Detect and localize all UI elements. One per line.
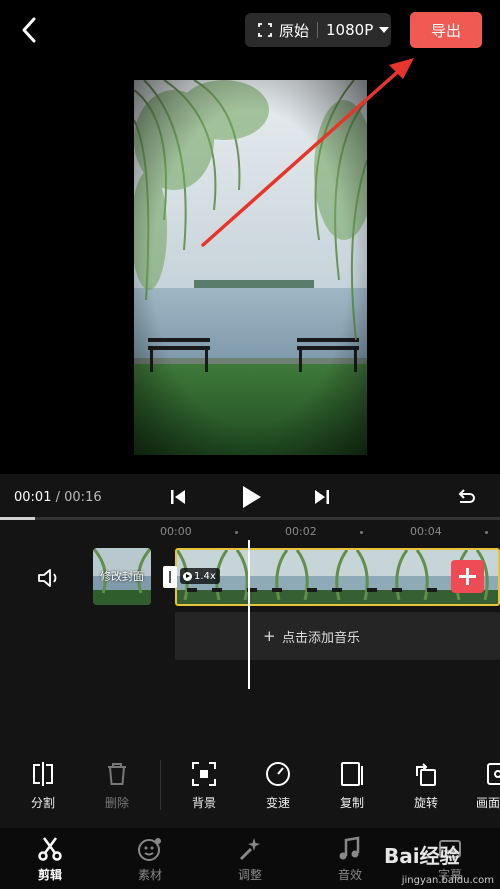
copy-label: 复制: [339, 796, 364, 810]
canvas-label: 画面: [476, 796, 500, 810]
next-frame-button[interactable]: [311, 486, 333, 508]
undo-icon: [458, 489, 475, 503]
total-time: 00:16: [64, 490, 102, 505]
toolbar-divider: [160, 760, 161, 810]
speed-icon: [183, 571, 192, 581]
plus-icon: +: [263, 627, 276, 645]
edit-cover-label: 修改封面: [100, 570, 144, 583]
delete-button[interactable]: 删除: [89, 760, 145, 811]
nav-adjust[interactable]: 调整: [220, 836, 280, 883]
split-icon: [33, 762, 53, 786]
timeline-panel: 00:00 00:02 00:04 修改封面 1.4x + 点击添加音乐: [0, 520, 500, 750]
time-separator: /: [55, 490, 60, 505]
rotate-icon: [416, 763, 436, 786]
split-button[interactable]: 分割: [15, 760, 71, 811]
split-label: 分割: [30, 796, 55, 810]
video-preview-area[interactable]: [0, 62, 500, 474]
player-controls: 00:01 / 00:16: [0, 474, 500, 520]
speed-icon: [266, 762, 290, 786]
clip-trim-handle[interactable]: [163, 566, 177, 588]
original-sound-toggle[interactable]: [36, 567, 62, 589]
aspect-label: 原始: [279, 21, 310, 40]
playhead[interactable]: [248, 540, 250, 689]
previous-frame-button[interactable]: [167, 486, 189, 508]
add-music-label: 点击添加音乐: [282, 631, 361, 646]
ruler-dot: [360, 531, 363, 534]
add-music-track[interactable]: + 点击添加音乐: [175, 612, 500, 660]
scissors-icon: [38, 837, 62, 861]
ruler-time-1: 00:02: [285, 525, 317, 538]
top-bar: 原始 1080P 导出: [0, 0, 500, 62]
caret-down-icon: [379, 27, 390, 33]
nav-adjust-label: 调整: [237, 868, 262, 882]
lake-scene-image: [134, 80, 367, 455]
edit-toolbar: 分割 删除 背景 变速 复制 旋转 画面: [0, 750, 500, 828]
speaker-icon: [38, 569, 57, 587]
aspect-ratio-icon: [258, 23, 272, 37]
edit-cover-button[interactable]: 修改封面: [93, 548, 151, 605]
chevron-left-icon: [22, 17, 36, 43]
play-icon: [243, 486, 261, 508]
music-note-icon: [339, 836, 360, 860]
export-button[interactable]: 导出: [410, 12, 482, 48]
ruler-time-2: 00:04: [410, 525, 442, 538]
nav-edit-label: 剪辑: [37, 868, 62, 882]
pill-divider: [317, 22, 319, 38]
speed-button[interactable]: 变速: [250, 760, 306, 811]
nav-sound-effects[interactable]: 音效: [320, 836, 380, 883]
undo-button[interactable]: [455, 486, 477, 508]
watermark-logo: Bai经验: [384, 844, 460, 868]
speed-value: 1.4x: [194, 570, 216, 582]
nav-materials-label: 素材: [137, 868, 162, 882]
skip-forward-icon: [315, 490, 329, 504]
resolution-selector[interactable]: 原始 1080P: [245, 13, 391, 47]
ruler-time-0: 00:00: [160, 525, 192, 538]
magic-wand-icon: [239, 838, 260, 861]
copy-button[interactable]: 复制: [324, 760, 380, 811]
speed-badge: 1.4x: [180, 568, 220, 584]
ruler-dot: [485, 531, 488, 534]
rotate-label: 旋转: [413, 796, 438, 810]
baidu-watermark: Bai经验 jingyan.baidu.com: [376, 838, 500, 886]
trash-icon: [108, 763, 126, 785]
video-preview-frame: [134, 80, 367, 455]
add-clip-button[interactable]: [451, 560, 484, 593]
current-time: 00:01: [14, 490, 52, 505]
resolution-label: 1080P: [326, 21, 374, 39]
watermark-site: jingyan.baidu.com: [401, 875, 494, 886]
background-button[interactable]: 背景: [176, 760, 232, 811]
nav-materials[interactable]: 素材: [120, 836, 180, 883]
rotate-button[interactable]: 旋转: [398, 760, 454, 811]
canvas-icon: [487, 763, 500, 785]
copy-icon: [341, 762, 363, 786]
ruler-dot: [235, 531, 238, 534]
back-button[interactable]: [14, 14, 46, 46]
speed-label: 变速: [265, 796, 290, 810]
background-icon: [192, 762, 216, 786]
sticker-icon: [138, 838, 161, 861]
canvas-button[interactable]: 画面: [468, 760, 500, 811]
timecode: 00:01 / 00:16: [14, 490, 102, 505]
nav-edit[interactable]: 剪辑: [20, 836, 80, 883]
skip-back-icon: [171, 490, 185, 504]
background-label: 背景: [191, 796, 216, 810]
play-button[interactable]: [238, 484, 264, 510]
delete-label: 删除: [104, 796, 129, 810]
nav-sound-effects-label: 音效: [337, 868, 362, 882]
